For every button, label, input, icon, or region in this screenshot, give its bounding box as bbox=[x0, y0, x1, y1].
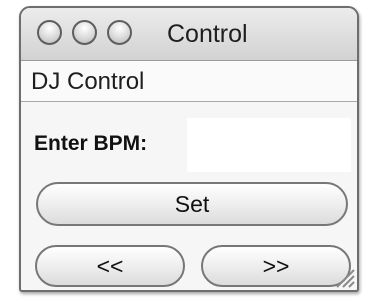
bpm-input[interactable] bbox=[187, 118, 351, 172]
minimize-window-button[interactable] bbox=[72, 20, 97, 45]
window-titlebar[interactable]: Control bbox=[21, 8, 357, 61]
set-button[interactable]: Set bbox=[36, 182, 348, 226]
panel-header: DJ Control bbox=[21, 61, 357, 102]
zoom-window-button[interactable] bbox=[107, 20, 132, 45]
previous-button[interactable]: << bbox=[35, 245, 185, 287]
next-button[interactable]: >> bbox=[201, 245, 351, 287]
panel-header-title: DJ Control bbox=[31, 68, 145, 95]
close-window-button[interactable] bbox=[37, 20, 62, 45]
window-title: Control bbox=[167, 20, 248, 48]
bpm-label: Enter BPM: bbox=[34, 132, 148, 155]
resize-grip-icon[interactable] bbox=[333, 266, 355, 288]
control-window: Control DJ Control Enter BPM: Set << >> bbox=[19, 6, 359, 292]
